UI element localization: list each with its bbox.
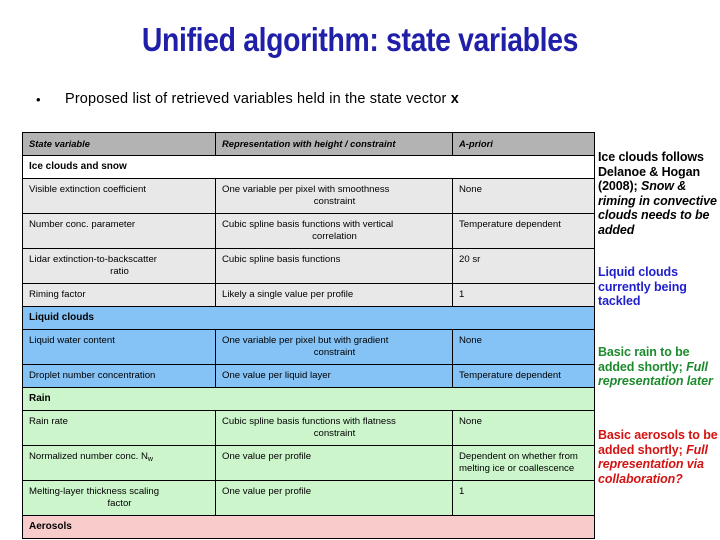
header-representation: Representation with height / constraint — [215, 132, 453, 156]
cell-state-variable-line1: Melting-layer thickness scaling — [29, 486, 160, 497]
table-row: Lidar extinction-to-backscatter ratio Cu… — [22, 248, 595, 284]
section-label-rain: Rain — [22, 387, 595, 411]
cell-representation: One variable per pixel but with gradient… — [215, 329, 453, 365]
slide-title: Unified algorithm: state variables — [141, 21, 579, 58]
cell-representation-line1: Cubic spline basis functions with flatne… — [222, 416, 396, 427]
table-row: Visible extinction coefficient One varia… — [22, 178, 595, 214]
cell-state-variable-line1: Lidar extinction-to-backscatter — [29, 254, 157, 265]
bullet-text: Proposed list of retrieved variables hel… — [65, 90, 673, 109]
cell-representation: One value per profile — [215, 445, 453, 481]
cell-representation: Cubic spline basis functions — [215, 248, 453, 284]
note-ice-clouds: Ice clouds follows Delanoe & Hogan (2008… — [598, 150, 718, 237]
cell-state-variable: Visible extinction coefficient — [22, 178, 216, 214]
cell-state-variable: Rain rate — [22, 410, 216, 446]
header-a-priori: A-priori — [452, 132, 595, 156]
cell-a-priori: Dependent on whether from melting ice or… — [452, 445, 595, 481]
section-label-ice: Ice clouds and snow — [22, 155, 595, 179]
table-row: Droplet number concentration One value p… — [22, 364, 595, 388]
section-row-rain: Rain — [22, 387, 595, 411]
section-row-aerosols: Aerosols — [22, 515, 595, 539]
cell-state-variable: Liquid water content — [22, 329, 216, 365]
cell-a-priori: None — [452, 410, 595, 446]
note-aerosols: Basic aerosols to be added shortly; Full… — [598, 428, 718, 486]
state-variables-table: State variable Representation with heigh… — [22, 132, 595, 539]
cell-state-variable-line2: factor — [107, 498, 132, 509]
cell-state-variable: Riming factor — [22, 283, 216, 307]
bullet-line: • Proposed list of retrieved variables h… — [33, 90, 673, 109]
cell-state-variable-subscript: w — [147, 456, 153, 463]
note-liquid-clouds: Liquid clouds currently being tackled — [598, 265, 687, 308]
cell-a-priori: 20 sr — [452, 248, 595, 284]
table-row: Liquid water content One variable per pi… — [22, 329, 595, 365]
cell-a-priori: None — [452, 329, 595, 365]
cell-a-priori: Temperature dependent — [452, 213, 595, 249]
section-label-aerosols: Aerosols — [22, 515, 595, 539]
cell-state-variable: Number conc. parameter — [22, 213, 216, 249]
cell-state-variable-line2: ratio — [110, 266, 129, 277]
cell-representation-line2: constraint — [313, 428, 356, 439]
cell-representation: Cubic spline basis functions with flatne… — [215, 410, 453, 446]
cell-state-variable: Droplet number concentration — [22, 364, 216, 388]
table-row: Melting-layer thickness scaling factor O… — [22, 480, 595, 516]
cell-representation: Likely a single value per profile — [215, 283, 453, 307]
cell-a-priori: 1 — [452, 480, 595, 516]
section-row-liquid: Liquid clouds — [22, 306, 595, 330]
cell-representation: One value per profile — [215, 480, 453, 516]
note-rain: Basic rain to be added shortly; Full rep… — [598, 345, 718, 389]
table-row: Riming factor Likely a single value per … — [22, 283, 595, 307]
section-label-liquid: Liquid clouds — [22, 306, 595, 330]
cell-a-priori: Temperature dependent — [452, 364, 595, 388]
bullet-marker-icon: • — [36, 92, 41, 107]
cell-representation: Cubic spline basis functions with vertic… — [215, 213, 453, 249]
cell-representation: One value per liquid layer — [215, 364, 453, 388]
cell-representation-line1: One variable per pixel but with gradient — [222, 335, 389, 346]
cell-state-variable-text: Normalized number conc. N — [29, 451, 148, 462]
cell-representation-line2: constraint — [313, 196, 356, 207]
cell-representation: One variable per pixel with smoothness c… — [215, 178, 453, 214]
note-rain-plain: Basic rain to be added shortly; — [598, 345, 690, 374]
section-row-ice: Ice clouds and snow — [22, 155, 595, 179]
cell-a-priori: None — [452, 178, 595, 214]
bullet-text-main: Proposed list of retrieved variables hel… — [65, 91, 451, 107]
table-header-row: State variable Representation with heigh… — [22, 132, 595, 156]
table-row: Normalized number conc. Nw One value per… — [22, 445, 595, 481]
table-row: Number conc. parameter Cubic spline basi… — [22, 213, 595, 249]
cell-representation-line2: constraint — [313, 347, 356, 358]
table-row: Rain rate Cubic spline basis functions w… — [22, 410, 595, 446]
cell-representation-line2: correlation — [312, 231, 357, 242]
cell-state-variable: Lidar extinction-to-backscatter ratio — [22, 248, 216, 284]
cell-representation-line1: One variable per pixel with smoothness — [222, 184, 390, 195]
header-state-variable: State variable — [22, 132, 216, 156]
cell-a-priori: 1 — [452, 283, 595, 307]
cell-state-variable: Melting-layer thickness scaling factor — [22, 480, 216, 516]
cell-state-variable: Normalized number conc. Nw — [22, 445, 216, 481]
bullet-text-emphasis: x — [450, 91, 459, 107]
cell-representation-line1: Cubic spline basis functions with vertic… — [222, 219, 394, 230]
